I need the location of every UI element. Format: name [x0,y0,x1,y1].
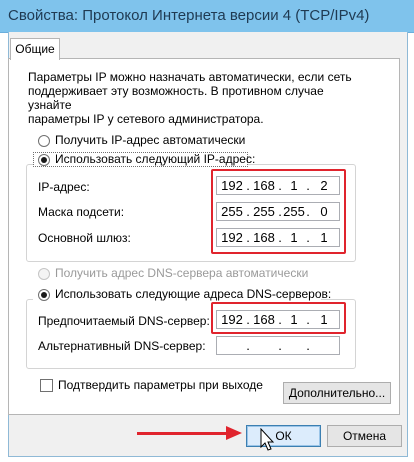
alternate-dns-field[interactable]: . . . [216,336,340,355]
adns-dot: . [246,338,250,353]
ip-manual-radio[interactable] [38,154,50,166]
advanced-button[interactable]: Дополнительно... [283,382,391,404]
dns-field-highlight [211,302,346,334]
cancel-button[interactable]: Отмена [327,425,402,447]
default-gateway-label: Основной шлюз: [38,231,131,245]
dns-manual-label[interactable]: Использовать следующие адреса DNS-сервер… [55,287,331,301]
ip-manual-label[interactable]: Использовать следующий IP-адрес: [55,152,255,166]
dns-manual-radio[interactable] [38,289,50,301]
tab-general[interactable]: Общие [10,38,60,60]
preferred-dns-label: Предпочитаемый DNS-сервер: [38,314,210,328]
adns-dot: . [306,338,310,353]
dns-auto-label[interactable]: Получить адрес DNS-сервера автоматически [55,266,308,280]
window-title: Свойства: Протокол Интернета версии 4 (T… [8,7,370,24]
ip-auto-label[interactable]: Получить IP-адрес автоматически [55,133,245,147]
validate-checkbox[interactable] [40,379,53,392]
ok-button[interactable]: ОК [246,425,321,447]
adns-dot: . [278,338,282,353]
description-text: Параметры IP можно назначать автоматичес… [28,70,352,126]
ip-fields-highlight [211,169,346,254]
ip-address-label: IP-адрес: [38,180,90,194]
annotation-arrow-head [226,426,242,440]
alternate-dns-label: Альтернативный DNS-сервер: [38,339,206,353]
ip-auto-radio[interactable] [38,135,50,147]
validate-label[interactable]: Подтвердить параметры при выходе [58,378,263,392]
mouse-pointer-icon [260,428,275,451]
annotation-arrow-shaft [137,432,229,435]
dns-auto-radio[interactable] [38,268,50,280]
subnet-mask-label: Маска подсети: [38,205,125,219]
